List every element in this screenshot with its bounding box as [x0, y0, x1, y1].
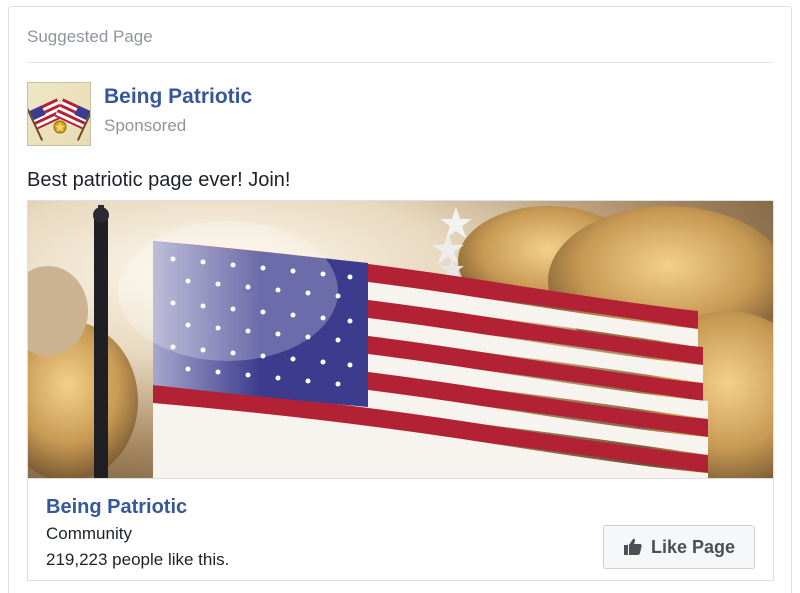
flags-avatar-icon — [28, 98, 90, 141]
sponsored-label: Sponsored — [104, 116, 187, 135]
like-page-label: Like Page — [650, 536, 736, 557]
footer-page-name-link[interactable]: Being Patriotic — [46, 496, 187, 519]
post-text: Best patriotic page ever! Join! — [27, 169, 291, 191]
page-category: Community — [46, 524, 132, 543]
page-footer: Being Patriotic Community 219,223 people… — [27, 478, 774, 581]
thumbs-up-icon — [623, 538, 642, 555]
page-avatar[interactable] — [27, 82, 91, 146]
header-divider — [27, 62, 773, 63]
like-page-button[interactable]: Like Page — [603, 525, 755, 569]
suggested-page-card: Suggested Page Being Patriotic Sponsored… — [8, 6, 792, 593]
page-likes-count: 219,223 people like this. — [46, 550, 230, 569]
page-name-link[interactable]: Being Patriotic — [104, 85, 252, 109]
card-header: Suggested Page — [27, 27, 153, 46]
american-flag-image[interactable] — [27, 200, 774, 478]
